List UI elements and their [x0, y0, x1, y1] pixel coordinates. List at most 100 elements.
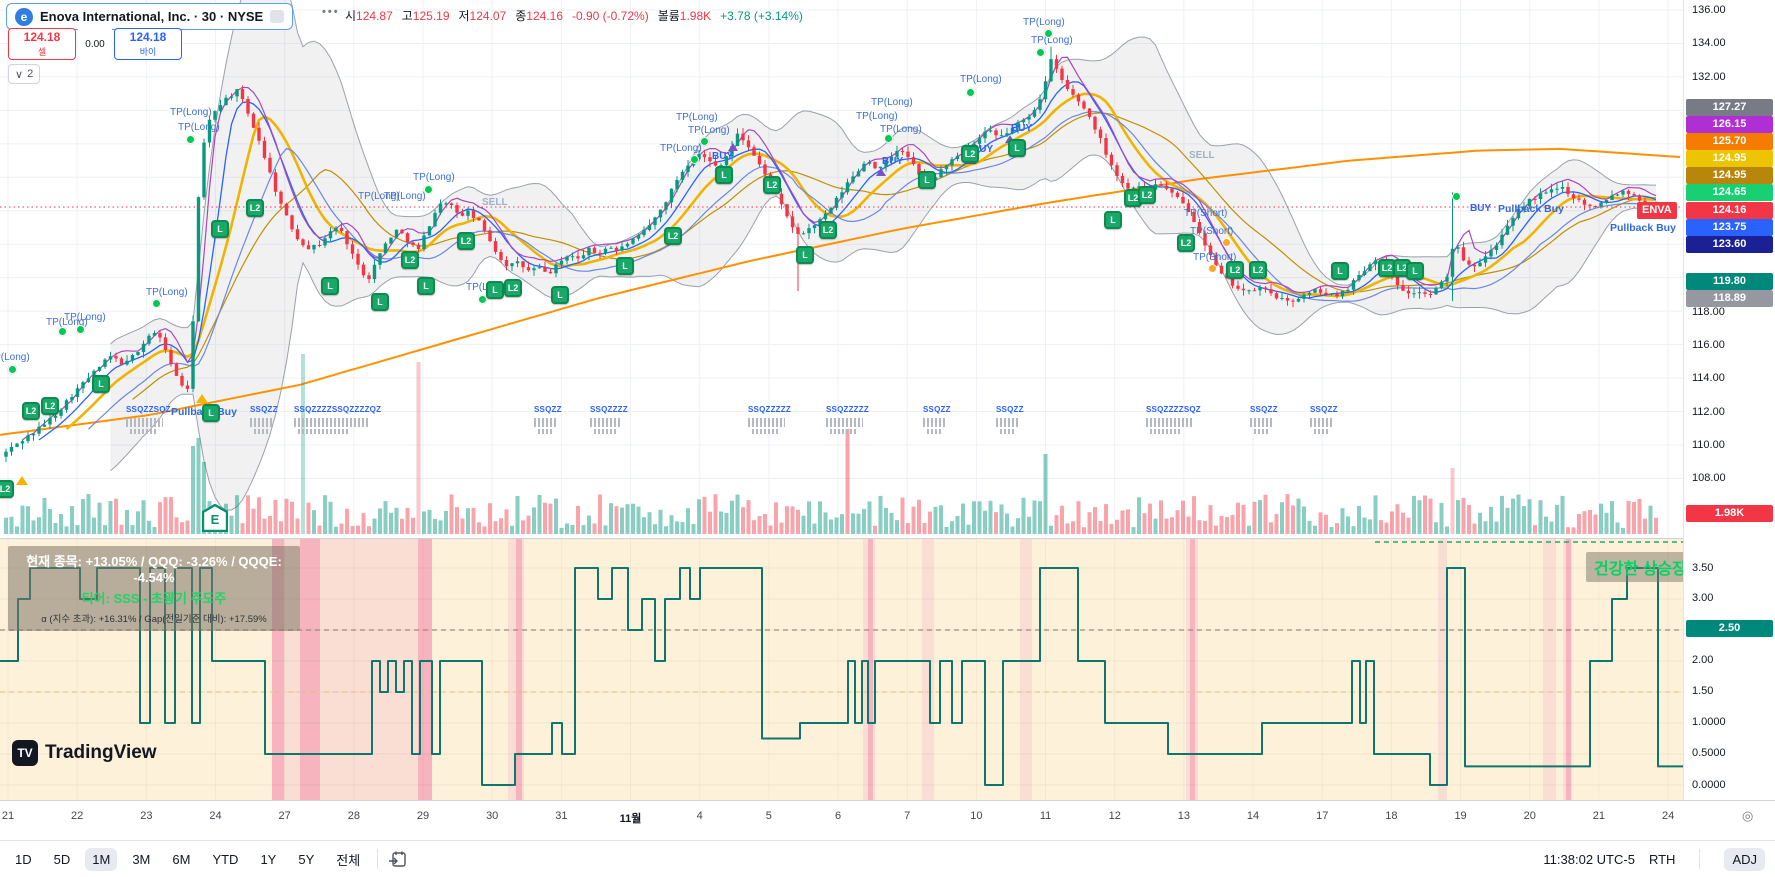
indicator-tick: 1.0000: [1692, 716, 1726, 728]
squeeze-mini-bars: [130, 429, 156, 434]
tp-long-label: TP(Long): [146, 287, 188, 298]
squeeze-mini-bars: [250, 418, 273, 427]
date-label: 18: [1385, 810, 1398, 822]
tp-long-marker-dot: [76, 325, 85, 334]
buy-button[interactable]: 124.18 바이: [114, 28, 182, 60]
squeeze-mini-bars: [830, 429, 856, 434]
toolbar-right: 11:38:02 UTC-5 RTH ADJ: [1543, 847, 1775, 871]
tradingview-watermark[interactable]: TV TradingView: [12, 740, 157, 766]
buy-signal-label: BUY: [1011, 123, 1033, 134]
tp-short-label: TP(Short): [1190, 226, 1234, 237]
date-label: 24: [209, 810, 222, 822]
tp-long-marker-dot: [152, 299, 161, 308]
squeeze-mini-bars: [1250, 418, 1273, 427]
indicator-tick: 0.5000: [1692, 747, 1726, 759]
tp-long-marker-dot: [8, 365, 17, 374]
price-axis[interactable]: 136.00 134.00 132.00 118.00 116.00 114.00 112.…: [1683, 0, 1775, 800]
date-label: 19: [1454, 810, 1467, 822]
indicator-tick: 2.00: [1692, 654, 1714, 666]
flag-icon[interactable]: [270, 10, 285, 23]
buy-signal-label: BUY: [1470, 203, 1492, 214]
squeeze-label: SSQZZZZ: [590, 405, 628, 414]
squeeze-mini-bars: [298, 429, 349, 434]
time-axis[interactable]: ◎ 21 22 23 24 27 28 29 30 31 11월 4 5 6 7 10 11 12 13 14 17 1…: [0, 800, 1775, 841]
long-position-badge: L2: [664, 227, 682, 245]
long-position-badge: L2: [0, 480, 14, 498]
sell-signal-label: SELL: [1189, 150, 1215, 161]
price-badge: 123.75: [1686, 219, 1773, 236]
long-position-badge: L2: [763, 176, 781, 194]
trade-panel: 124.18 셀 0.00 124.18 바이: [8, 28, 182, 60]
squeeze-label: SSQZZZZZ: [826, 405, 869, 414]
axis-settings-icon[interactable]: ◎: [1742, 808, 1753, 824]
svg-text:E: E: [211, 512, 220, 527]
range-button-5y[interactable]: 5Y: [291, 848, 321, 871]
squeeze-mini-bars: [1000, 429, 1016, 434]
long-position-badge: L: [551, 286, 569, 304]
price-tick: 114.00: [1692, 372, 1725, 384]
squeeze-mini-bars: [1310, 418, 1333, 427]
long-position-badge: L2: [1177, 234, 1195, 252]
bottom-toolbar: 1D 5D 1M 3M 6M YTD 1Y 5Y 전체 11:38:02 UTC-5 RTH A…: [0, 840, 1775, 877]
long-position-badge: L: [1008, 139, 1026, 157]
more-options-icon[interactable]: •••: [322, 6, 340, 18]
tp-long-marker-dot: [186, 135, 195, 144]
range-button-ytd[interactable]: YTD: [205, 848, 245, 871]
squeeze-mini-bars: [1314, 429, 1330, 434]
symbol-search-pill[interactable]: e Enova International, Inc. · 30 · NYSE: [6, 3, 294, 30]
adjust-toggle[interactable]: ADJ: [1724, 847, 1765, 871]
sell-button[interactable]: 124.18 셀: [8, 28, 76, 60]
squeeze-mini-bars: [826, 418, 863, 427]
go-to-date-icon[interactable]: [388, 849, 408, 869]
price-tick: 136.00: [1692, 4, 1726, 16]
tp-short-label: TP(Short): [1184, 208, 1228, 219]
price-tick: 112.00: [1692, 406, 1725, 418]
squeeze-mini-bars: [294, 418, 368, 427]
long-position-badge: L2: [1226, 261, 1244, 279]
ohlc-legend: 시124.87 고125.19 저124.07 종124.16 -0.90 (-0.7…: [345, 7, 803, 24]
date-label: 21: [1592, 810, 1606, 822]
tp-long-marker-dot: [1036, 48, 1045, 57]
range-button-5d[interactable]: 5D: [47, 848, 78, 871]
range-button-1d[interactable]: 1D: [8, 848, 39, 871]
price-tick: 108.00: [1692, 472, 1726, 484]
squeeze-label: SSQZZZZSSQZZZZQZ: [294, 405, 382, 414]
squeeze-mini-bars: [752, 429, 778, 434]
toolbar-divider: [377, 849, 379, 869]
price-tick: 132.00: [1692, 71, 1726, 83]
tradingview-chart-window: TP(Long) TP(Long) TP(Long) TP(Long) TP(Long)…: [0, 0, 1775, 877]
price-badge: 118.89: [1686, 290, 1773, 307]
tp-long-label: TP(Long): [676, 112, 718, 123]
range-button-1m[interactable]: 1M: [85, 847, 118, 871]
pullback-buy-label: Pullback Buy: [1610, 222, 1676, 234]
squeeze-mini-bars: [748, 418, 785, 427]
squeeze-mini-bars: [1254, 429, 1270, 434]
object-tree-collapse-chip[interactable]: ∨ 2: [8, 64, 41, 84]
tp-long-label: TP(Long): [871, 97, 913, 108]
range-button-6m[interactable]: 6M: [165, 848, 197, 871]
ohlc-item: 고125.19: [401, 9, 450, 23]
market-regime-label: 건강한 상승장: [1586, 552, 1695, 582]
range-button-3m[interactable]: 3M: [125, 848, 157, 871]
pullback-buy-label: Pullback Buy: [1498, 203, 1564, 215]
tp-long-marker-dot: [1044, 29, 1053, 38]
squeeze-label: SSQZZSQZ: [126, 405, 171, 414]
range-button-전체[interactable]: 전체: [329, 846, 367, 873]
ohlc-values: 시124.87 고125.19 저124.07 종124.16: [345, 7, 563, 24]
session-text[interactable]: RTH: [1649, 852, 1675, 867]
toolbar-divider: [1699, 849, 1701, 869]
indicator-tick: 1.50: [1692, 685, 1714, 697]
range-button-1y[interactable]: 1Y: [253, 848, 283, 871]
sell-price: 124.18: [23, 30, 61, 44]
buy-signal-label: BUY: [882, 156, 904, 167]
tp-long-label: TP(Long): [1023, 17, 1065, 28]
ohlc-item: 종124.16: [515, 9, 563, 23]
squeeze-mini-bars: [1150, 429, 1182, 434]
clock-text[interactable]: 11:38:02 UTC-5: [1543, 852, 1635, 867]
price-badge: 1.98K: [1686, 505, 1773, 522]
long-position-badge: L: [202, 404, 220, 422]
date-label: 17: [1316, 810, 1329, 822]
price-badge: 119.80: [1686, 273, 1773, 290]
tier-text: 티어: SSS - 초광기 주도주: [81, 591, 227, 606]
squeeze-mini-bars: [534, 418, 557, 427]
